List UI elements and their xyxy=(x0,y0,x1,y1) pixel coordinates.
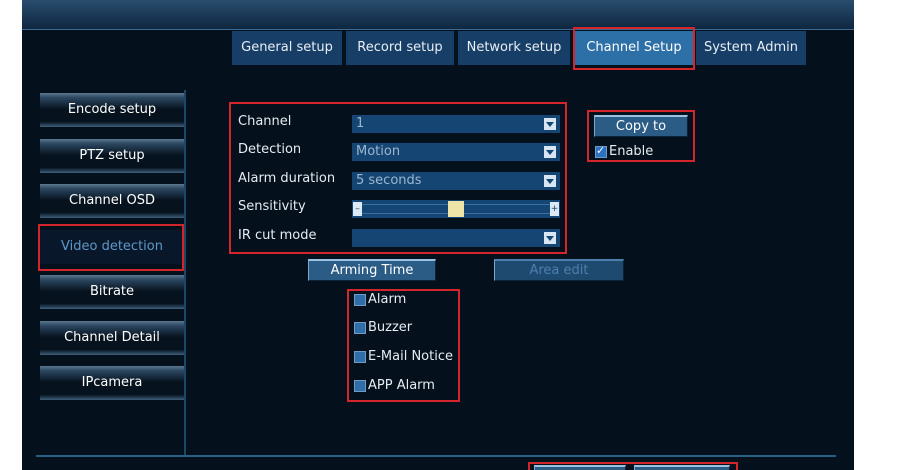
bottom-divider xyxy=(36,455,836,457)
bottom-button-right[interactable] xyxy=(634,465,730,470)
sidebar-item-channel-detail[interactable]: Channel Detail xyxy=(40,321,184,355)
app-alarm-checkbox[interactable] xyxy=(354,380,366,392)
buzzer-option-label: Buzzer xyxy=(368,320,413,335)
tab-general-setup[interactable]: General setup xyxy=(232,31,342,65)
buzzer-checkbox[interactable] xyxy=(354,322,366,334)
chevron-down-icon xyxy=(544,232,556,244)
screenshot-frame: General setup Record setup Network setup… xyxy=(0,0,900,470)
highlight-channel-setup xyxy=(573,27,695,70)
tab-record-setup[interactable]: Record setup xyxy=(346,31,454,65)
area-edit-button[interactable]: Area edit xyxy=(494,259,624,281)
email-notice-option-label: E-Mail Notice xyxy=(368,349,453,364)
dvr-settings-screen: General setup Record setup Network setup… xyxy=(22,0,854,470)
enable-label: Enable xyxy=(609,144,654,159)
sensitivity-slider[interactable]: – + xyxy=(352,200,560,218)
bottom-button-left[interactable] xyxy=(534,465,626,470)
sidebar-divider xyxy=(184,90,186,455)
slider-thumb[interactable] xyxy=(448,201,464,217)
sidebar-item-ptz-setup[interactable]: PTZ setup xyxy=(40,139,184,173)
alarm-checkbox[interactable] xyxy=(354,294,366,306)
arming-time-button[interactable]: Arming Time xyxy=(308,259,436,281)
app-alarm-option-label: APP Alarm xyxy=(368,378,435,393)
sidebar-item-channel-osd[interactable]: Channel OSD xyxy=(40,184,184,218)
plus-icon[interactable]: + xyxy=(550,202,559,216)
ir-cut-mode-select[interactable] xyxy=(352,229,560,247)
enable-checkbox[interactable] xyxy=(595,144,607,158)
sidebar-item-encode-setup[interactable]: Encode setup xyxy=(40,93,184,127)
alarm-duration-select[interactable]: 5 seconds xyxy=(352,172,560,190)
title-bar xyxy=(22,0,854,30)
tab-system-admin[interactable]: System Admin xyxy=(696,31,806,65)
channel-select[interactable]: 1 xyxy=(352,115,560,133)
chevron-down-icon xyxy=(544,175,556,187)
ir-cut-mode-label: IR cut mode xyxy=(238,228,317,243)
detection-label: Detection xyxy=(238,142,302,157)
sidebar-item-bitrate[interactable]: Bitrate xyxy=(40,275,184,309)
highlight-video-detection xyxy=(38,224,184,271)
alarm-option-label: Alarm xyxy=(368,292,407,307)
tab-network-setup[interactable]: Network setup xyxy=(458,31,570,65)
channel-value: 1 xyxy=(356,116,365,131)
copy-to-button[interactable]: Copy to xyxy=(594,115,688,137)
email-notice-checkbox[interactable] xyxy=(354,351,366,363)
alarm-duration-label: Alarm duration xyxy=(238,171,336,186)
alarm-duration-value: 5 seconds xyxy=(356,173,422,188)
sensitivity-label: Sensitivity xyxy=(238,199,306,214)
chevron-down-icon xyxy=(544,118,556,130)
minus-icon[interactable]: – xyxy=(353,202,362,216)
detection-select[interactable]: Motion xyxy=(352,143,560,161)
sidebar-item-ipcamera[interactable]: IPcamera xyxy=(40,366,184,400)
channel-label: Channel xyxy=(238,114,292,129)
chevron-down-icon xyxy=(544,146,556,158)
detection-value: Motion xyxy=(356,144,401,159)
